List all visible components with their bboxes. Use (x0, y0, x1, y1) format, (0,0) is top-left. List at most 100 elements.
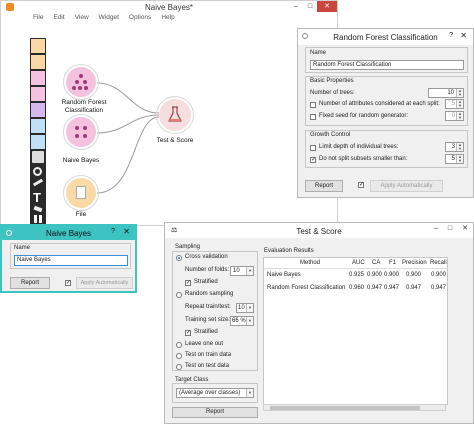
ts-train-data-radio[interactable] (176, 353, 182, 359)
ts-folds-combo[interactable]: 10 ▼ (230, 266, 254, 276)
dropdown-arrow-icon[interactable]: ▼ (246, 267, 253, 275)
spin-arrows-icon[interactable]: ▲ ▼ (456, 100, 463, 108)
nb-window-title: Naive Bayes (46, 229, 91, 238)
col-precision[interactable]: Precision (402, 260, 427, 266)
nb-name-input[interactable]: Naive Bayes (14, 255, 128, 266)
ts-minimize-icon[interactable]: – (429, 223, 443, 234)
col-ca[interactable]: CA (372, 260, 380, 266)
table-row[interactable]: Random Forest Classification 0.960 0.947… (264, 284, 447, 294)
dropdown-arrow-icon[interactable]: ▼ (246, 317, 253, 325)
rf-name-input[interactable]: Random Forest Classification (310, 60, 464, 70)
table-row[interactable]: Naive Bayes 0.925 0.900 0.900 0.900 0.90… (264, 271, 447, 281)
rf-name-group: Name Random Forest Classification (305, 47, 468, 73)
ts-random-radio[interactable] (176, 292, 182, 298)
spin-arrows-icon[interactable]: ▲ ▼ (456, 143, 463, 151)
rf-depth-label: Limit depth of individual trees: (319, 144, 399, 150)
nb-apply-button[interactable]: Apply Automatically (76, 277, 133, 289)
cell-method: Random Forest Classification (267, 285, 346, 291)
dropdown-arrow-icon[interactable]: ▼ (246, 389, 253, 397)
ts-target-value: (Average over classes) (179, 390, 241, 396)
rf-attrs-checkbox[interactable] (310, 102, 316, 108)
cell-auc: 0.960 (349, 285, 365, 291)
nb-report-button[interactable]: Report (10, 277, 50, 289)
cell-auc: 0.925 (349, 272, 365, 278)
rf-trees-spin[interactable]: 10 ▲ ▼ (428, 88, 464, 98)
cell-f1: 0.947 (384, 285, 400, 291)
nb-close-icon[interactable]: ✕ (123, 227, 130, 236)
ts-trainsize-label: Training set size: (185, 317, 231, 323)
naive-bayes-icon (75, 126, 87, 138)
rf-growth-group: Growth Control Limit depth of individual… (305, 130, 468, 168)
rf-apply-checkbox[interactable]: ✓ (358, 182, 364, 188)
spin-arrows-icon[interactable]: ▲ ▼ (456, 155, 463, 163)
rf-apply-button[interactable]: Apply Automatically (370, 180, 443, 192)
ts-report-button[interactable]: Report (172, 407, 258, 418)
rf-seed-checkbox[interactable] (310, 114, 316, 120)
rf-trees-value: 10 (447, 90, 454, 96)
rf-basic-section: Basic Properties (310, 78, 354, 84)
ts-cv-radio[interactable] (176, 255, 182, 261)
cell-precision: 0.900 (406, 272, 422, 278)
ts-loo-radio[interactable] (176, 342, 182, 348)
file-node[interactable] (63, 175, 99, 211)
rf-depth-spin[interactable]: 3 ▲ ▼ (445, 142, 464, 152)
cell-f1: 0.900 (384, 272, 400, 278)
ts-test-data-label: Test on test data (185, 363, 230, 369)
ts-target-combo[interactable]: (Average over classes) ▼ (176, 388, 254, 398)
dropdown-arrow-icon[interactable]: ▼ (246, 304, 253, 312)
rf-depth-value: 3 (451, 144, 455, 150)
spin-arrows-icon[interactable]: ▲ ▼ (456, 112, 463, 120)
nb-node-label: Naive Bayes (62, 157, 100, 164)
ts-maximize-icon[interactable]: □ (443, 223, 457, 234)
ts-sampling-section: Sampling (175, 244, 201, 250)
nb-name-section: Name (14, 245, 31, 251)
nb-apply-checkbox[interactable]: ✓ (65, 280, 71, 286)
rf-subsets-value: 5 (451, 156, 455, 162)
rf-attrs-label: Number of attributes considered at each … (319, 101, 440, 107)
rf-subsets-label: Do not split subsets smaller than: (319, 156, 408, 162)
spin-arrows-icon[interactable]: ▲ ▼ (456, 89, 463, 97)
scroll-thumb[interactable] (270, 406, 420, 410)
col-auc[interactable]: AUC (352, 260, 365, 266)
ts-cv-label: Cross validation (185, 254, 228, 260)
rf-subsets-checkbox[interactable]: ✓ (310, 157, 316, 163)
ts-stratified-label: Stratified (194, 279, 218, 285)
ts-results-table[interactable]: Method AUC CA F1 Precision Recall Naive … (263, 257, 448, 405)
ts-node-label: Test & Score (156, 137, 194, 144)
rf-subsets-spin[interactable]: 5 ▲ ▼ (445, 154, 464, 164)
ts-stratified2-label: Stratified (194, 329, 218, 335)
col-f1[interactable]: F1 (389, 260, 396, 266)
ts-test-data-radio[interactable] (176, 364, 182, 370)
col-method[interactable]: Method (300, 260, 320, 266)
flask-icon (168, 106, 182, 122)
table-header: Method AUC CA F1 Precision Recall (264, 258, 447, 269)
ts-target-group: (Average over classes) ▼ (172, 383, 258, 403)
rf-depth-checkbox[interactable] (310, 145, 316, 151)
ts-close-icon[interactable]: ✕ (457, 223, 473, 234)
rf-seed-spin[interactable]: 0 ▲ ▼ (445, 111, 464, 121)
cell-ca: 0.947 (367, 285, 383, 291)
rf-attrs-spin[interactable]: 5 ▲ ▼ (445, 99, 464, 109)
cell-recall: 0.900 (431, 272, 447, 278)
ts-random-label: Random sampling (185, 291, 234, 297)
cell-precision: 0.947 (406, 285, 422, 291)
ts-results-scrollbar[interactable] (263, 404, 446, 411)
cell-ca: 0.900 (367, 272, 383, 278)
nb-node[interactable] (63, 114, 99, 150)
rf-close-icon[interactable]: ✕ (460, 31, 467, 40)
rf-node[interactable] (63, 64, 99, 100)
cell-recall: 0.947 (431, 285, 447, 291)
ts-stratified2-checkbox[interactable]: ✓ (185, 330, 191, 336)
ts-stratified-checkbox[interactable]: ✓ (185, 280, 191, 286)
rf-window-title: Random Forest Classification (333, 33, 438, 42)
ts-node[interactable] (156, 96, 194, 134)
rf-name-section: Name (310, 50, 327, 56)
col-recall[interactable]: Recall (430, 260, 447, 266)
ts-repeat-label: Repeat train/test: (185, 304, 231, 310)
rf-report-button[interactable]: Report (305, 180, 343, 192)
rf-help-icon[interactable]: ? (449, 32, 453, 39)
rf-growth-section: Growth Control (310, 132, 351, 138)
ts-trainsize-combo[interactable]: 66 % ▼ (230, 316, 254, 326)
nb-help-icon[interactable]: ? (111, 228, 115, 235)
ts-repeat-combo[interactable]: 10 ▼ (236, 303, 254, 313)
